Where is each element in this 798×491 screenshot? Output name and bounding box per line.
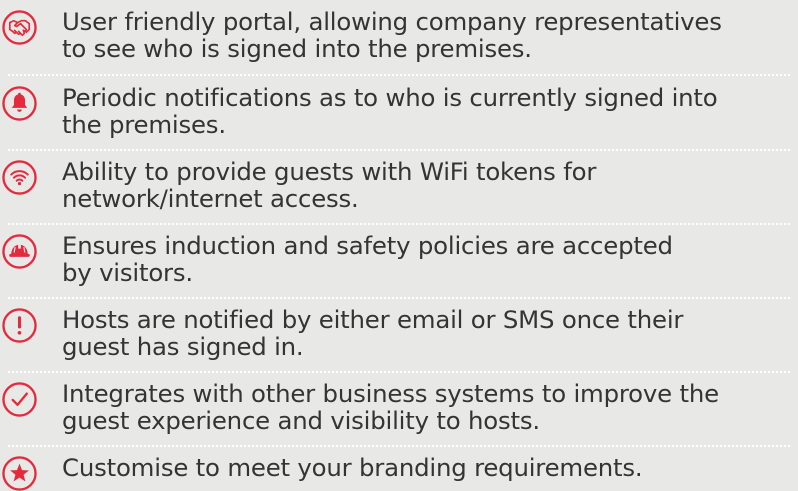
handshake-icon bbox=[2, 10, 37, 45]
feature-line: guest experience and visibility to hosts… bbox=[62, 406, 540, 435]
bell-icon bbox=[2, 86, 37, 121]
feature-text: Integrates with other business systems t… bbox=[62, 380, 792, 434]
feature-line: Ensures induction and safety policies ar… bbox=[62, 231, 673, 260]
feature-text: Ensures induction and safety policies ar… bbox=[62, 232, 792, 286]
divider bbox=[8, 445, 790, 447]
feature-line: guest has signed in. bbox=[62, 332, 304, 361]
feature-line: Customise to meet your branding requirem… bbox=[62, 453, 643, 482]
divider bbox=[8, 371, 790, 373]
feature-text: Customise to meet your branding requirem… bbox=[62, 454, 792, 481]
feature-line: Ability to provide guests with WiFi toke… bbox=[62, 157, 597, 186]
safety-helmet-icon bbox=[2, 234, 37, 269]
checkmark-icon bbox=[2, 382, 37, 417]
feature-line: network/internet access. bbox=[62, 184, 359, 213]
divider bbox=[8, 149, 790, 151]
exclamation-icon bbox=[2, 308, 37, 343]
feature-line: to see who is signed into the premises. bbox=[62, 34, 532, 63]
divider bbox=[8, 74, 790, 76]
feature-text: Hosts are notified by either email or SM… bbox=[62, 306, 792, 360]
feature-line: Periodic notifications as to who is curr… bbox=[62, 83, 718, 112]
feature-text: Ability to provide guests with WiFi toke… bbox=[62, 158, 792, 212]
feature-line: the premises. bbox=[62, 110, 226, 139]
feature-line: by visitors. bbox=[62, 258, 193, 287]
wifi-icon bbox=[2, 160, 37, 195]
divider bbox=[8, 297, 790, 299]
feature-line: Integrates with other business systems t… bbox=[62, 379, 719, 408]
feature-line: Hosts are notified by either email or SM… bbox=[62, 305, 684, 334]
star-icon bbox=[2, 456, 37, 491]
feature-text: User friendly portal, allowing company r… bbox=[62, 8, 792, 62]
feature-text: Periodic notifications as to who is curr… bbox=[62, 84, 792, 138]
divider bbox=[8, 223, 790, 225]
feature-line: User friendly portal, allowing company r… bbox=[62, 7, 722, 36]
feature-list: User friendly portal, allowing company r… bbox=[0, 0, 798, 491]
